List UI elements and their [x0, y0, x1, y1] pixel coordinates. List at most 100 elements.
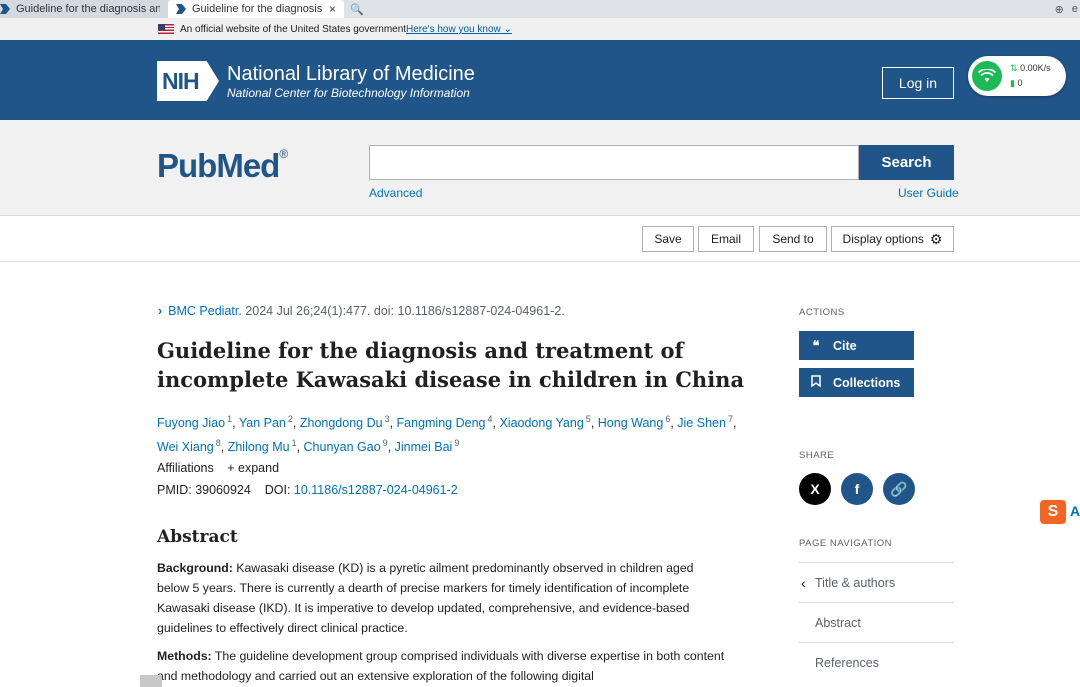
- nav-label: Title & authors: [815, 575, 896, 590]
- affiliations: Affiliations + expand: [157, 461, 279, 475]
- author-link[interactable]: Zhilong Mu: [228, 440, 290, 454]
- share-x-icon[interactable]: X: [799, 473, 831, 505]
- article-title: Guideline for the diagnosis and treatmen…: [157, 338, 745, 392]
- affiliation-number[interactable]: 4: [487, 414, 492, 424]
- gov-banner-link-text: Here's how you know: [406, 24, 501, 35]
- us-flag-icon: [158, 24, 174, 34]
- doi-label: DOI:: [264, 483, 291, 497]
- net-speed-value: 0.00K/s: [1020, 63, 1051, 73]
- nav-title-authors[interactable]: ‹ Title & authors: [799, 562, 954, 602]
- affiliation-number[interactable]: 1: [292, 438, 297, 448]
- nav-references[interactable]: References: [799, 642, 954, 682]
- share-link-icon[interactable]: 🔗: [883, 473, 915, 505]
- author-link[interactable]: Fangming Deng: [397, 416, 486, 430]
- share-facebook-icon[interactable]: f: [841, 473, 873, 505]
- nav-label: Abstract: [815, 615, 861, 630]
- affiliation-number[interactable]: 9: [454, 438, 459, 448]
- doi-link[interactable]: 10.1186/s12887-024-04961-2: [294, 483, 458, 497]
- cite-label: Cite: [833, 338, 857, 353]
- tab-label: Guideline for the diagnosis and: [16, 3, 160, 15]
- chevron-right-icon[interactable]: ›: [158, 304, 162, 318]
- sogou-ime-widget[interactable]: S A: [1040, 500, 1080, 524]
- advanced-search-link[interactable]: Advanced: [369, 186, 422, 200]
- author-link[interactable]: Jie Shen: [677, 416, 726, 430]
- methods-text: The guideline development group comprise…: [157, 649, 725, 683]
- send-to-button[interactable]: Send to: [759, 226, 827, 252]
- pubmed-favicon-icon: [176, 4, 186, 14]
- background-text: Kawasaki disease (KD) is a pyretic ailme…: [157, 561, 694, 635]
- journal-citation: › BMC Pediatr. 2024 Jul 26;24(1):477. doi…: [158, 304, 565, 318]
- share-label: SHARE: [799, 450, 835, 461]
- speed-arrows-icon: ⇅: [1010, 63, 1018, 73]
- affiliation-number[interactable]: 2: [288, 414, 293, 424]
- browser-controls: ⊕ e: [1055, 0, 1080, 18]
- author-link[interactable]: Chunyan Gao: [304, 440, 381, 454]
- journal-link[interactable]: BMC Pediatr.: [168, 304, 242, 318]
- author-link[interactable]: Yan Pan: [239, 416, 286, 430]
- tab-search-icon[interactable]: 🔍: [344, 0, 370, 18]
- cite-button[interactable]: ❝ Cite: [799, 331, 914, 360]
- author-link[interactable]: Fuyong Jiao: [157, 416, 225, 430]
- affiliation-number[interactable]: 1: [227, 414, 232, 424]
- affiliation-number[interactable]: 8: [216, 438, 221, 448]
- collections-button[interactable]: Collections: [799, 368, 914, 397]
- affiliation-number[interactable]: 5: [586, 414, 591, 424]
- logo-med: Med: [216, 147, 280, 184]
- background-label: Background:: [157, 561, 233, 575]
- network-speed-widget[interactable]: ⇅ 0.00K/s ▮ 0: [968, 56, 1066, 96]
- nav-label: References: [815, 655, 879, 670]
- close-icon[interactable]: ×: [329, 2, 336, 16]
- affiliations-label: Affiliations: [157, 461, 214, 475]
- pubmed-favicon-icon: [0, 4, 10, 14]
- affiliation-number[interactable]: 3: [385, 414, 390, 424]
- pubmed-logo[interactable]: PubMed®: [157, 147, 288, 185]
- author-link[interactable]: Xiaodong Yang: [499, 416, 583, 430]
- horizontal-scrollbar-thumb[interactable]: [140, 675, 162, 687]
- net-speed: ⇅ 0.00K/s: [1010, 63, 1051, 74]
- sogou-logo-icon: S: [1040, 500, 1066, 524]
- author-list: Fuyong Jiao 1, Yan Pan 2, Zhongdong Du 3, F…: [157, 414, 737, 455]
- nav-abstract[interactable]: Abstract: [799, 602, 954, 642]
- nih-logo[interactable]: NIH: [157, 61, 219, 101]
- browser-tab-2[interactable]: Guideline for the diagnosis ×: [168, 0, 344, 18]
- browser-overflow-label: e: [1071, 3, 1078, 15]
- browser-tab-1[interactable]: Guideline for the diagnosis and: [0, 0, 168, 18]
- author-link[interactable]: Jinmei Bai: [395, 440, 453, 454]
- wifi-icon: [972, 61, 1002, 91]
- gov-banner-link[interactable]: Here's how you know ⌄: [406, 24, 512, 35]
- expand-affiliations-button[interactable]: + expand: [227, 461, 279, 475]
- browser-tab-bar: Guideline for the diagnosis and Guidelin…: [0, 0, 1080, 18]
- abstract-methods: Methods: The guideline development group…: [157, 646, 727, 686]
- net-count: ▮ 0: [1010, 78, 1022, 89]
- user-guide-link[interactable]: User Guide: [898, 186, 959, 200]
- login-button[interactable]: Log in: [882, 67, 954, 99]
- ncbi-header: NIH National Library of Medicine Nationa…: [0, 40, 1080, 120]
- author-link[interactable]: Wei Xiang: [157, 440, 214, 454]
- gear-icon: ⚙: [929, 230, 943, 247]
- net-count-value: 0: [1017, 78, 1023, 88]
- display-options-label: Display options: [842, 232, 924, 246]
- actions-label: ACTIONS: [799, 307, 845, 318]
- collections-label: Collections: [833, 375, 901, 390]
- search-button[interactable]: Search: [859, 145, 954, 180]
- author-link[interactable]: Hong Wang: [598, 416, 664, 430]
- nlm-title[interactable]: National Library of Medicine: [227, 63, 475, 86]
- search-input[interactable]: [369, 145, 859, 180]
- pubmed-search-area: PubMed® Search Advanced User Guide: [0, 120, 1080, 216]
- quote-icon: ❝: [812, 337, 820, 353]
- save-button[interactable]: Save: [642, 226, 694, 252]
- email-button[interactable]: Email: [698, 226, 754, 252]
- pmid: PMID: 39060924: [157, 483, 251, 497]
- logo-registered: ®: [279, 147, 288, 161]
- gov-banner-text: An official website of the United States…: [180, 24, 407, 35]
- display-options-button[interactable]: Display options ⚙: [831, 226, 954, 252]
- chevron-down-icon: ⌄: [503, 24, 512, 35]
- affiliation-number[interactable]: 7: [728, 414, 733, 424]
- download-icon[interactable]: ⊕: [1055, 3, 1064, 16]
- gov-banner: An official website of the United States…: [0, 18, 1080, 40]
- abstract-background: Background: Kawasaki disease (KD) is a p…: [157, 558, 727, 638]
- battery-icon: ▮: [1010, 78, 1015, 88]
- affiliation-number[interactable]: 6: [665, 414, 670, 424]
- author-link[interactable]: Zhongdong Du: [300, 416, 383, 430]
- affiliation-number[interactable]: 9: [383, 438, 388, 448]
